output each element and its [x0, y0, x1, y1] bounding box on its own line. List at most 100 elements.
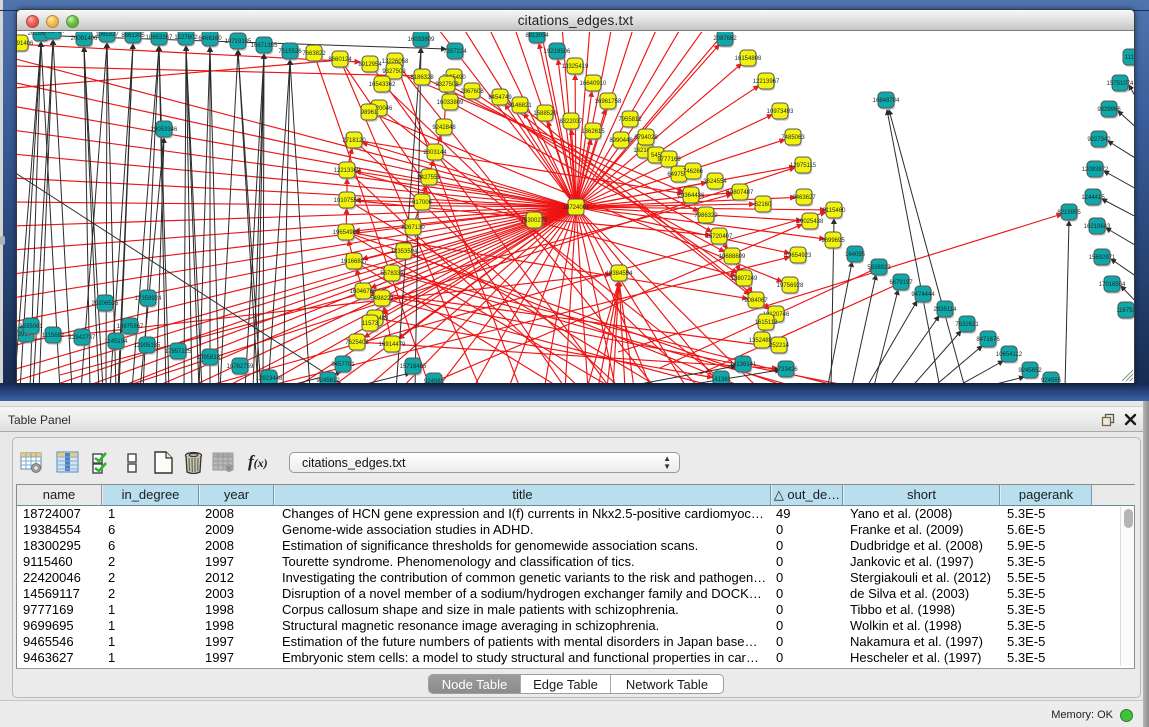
svg-text:924565: 924565: [1041, 378, 1062, 383]
svg-text:2718120: 2718120: [342, 138, 366, 144]
svg-text:5938923: 5938923: [867, 265, 891, 271]
svg-text:9457791: 9457791: [331, 362, 355, 368]
svg-text:1615112: 1615112: [755, 320, 779, 326]
svg-text:9115460: 9115460: [823, 208, 847, 214]
svg-text:16543362: 16543362: [369, 82, 396, 88]
svg-text:8660124: 8660124: [328, 57, 352, 63]
svg-text:9474444: 9474444: [911, 292, 935, 298]
svg-text:116753: 116753: [1116, 308, 1134, 314]
svg-text:2867608: 2867608: [460, 89, 484, 95]
svg-text:10719185: 10719185: [225, 39, 252, 45]
svg-text:12975115: 12975115: [790, 163, 817, 169]
svg-text:16210643: 16210643: [1084, 224, 1111, 230]
svg-text:10025438: 10025438: [797, 219, 824, 225]
svg-text:9463627: 9463627: [792, 195, 816, 201]
svg-text:15751074: 15751074: [1107, 81, 1134, 87]
svg-text:98961: 98961: [361, 110, 378, 116]
svg-text:1065327: 1065327: [95, 32, 119, 38]
svg-text:19975867: 19975867: [117, 324, 144, 330]
svg-text:10958187: 10958187: [197, 355, 224, 361]
svg-text:14136141: 14136141: [730, 362, 757, 368]
svg-text:19756928: 19756928: [777, 283, 804, 289]
svg-text:62160: 62160: [755, 202, 772, 208]
svg-text:9245612: 9245612: [316, 378, 340, 383]
svg-text:7632621: 7632621: [955, 322, 979, 328]
svg-text:1935061: 1935061: [19, 324, 43, 330]
svg-text:12093872: 12093872: [1082, 167, 1109, 173]
svg-text:1362615: 1362615: [581, 129, 605, 135]
svg-text:15720407: 15720407: [706, 234, 733, 240]
svg-text:15716485: 15716485: [400, 364, 427, 370]
svg-text:9242848: 9242848: [432, 125, 456, 131]
svg-text:12213967: 12213967: [753, 79, 780, 85]
svg-text:12353594: 12353594: [391, 249, 418, 255]
svg-text:15692971: 15692971: [1089, 255, 1116, 261]
svg-text:924561: 924561: [424, 379, 445, 383]
svg-text:19166827: 19166827: [341, 259, 368, 265]
svg-text:10973493: 10973493: [767, 109, 794, 115]
svg-text:6679197: 6679197: [889, 280, 913, 286]
svg-text:746266: 746266: [683, 169, 704, 175]
svg-text:2935114: 2935114: [934, 307, 958, 313]
svg-text:29053346: 29053346: [151, 127, 178, 133]
svg-text:12213369: 12213369: [334, 168, 361, 174]
svg-text:3624554: 3624554: [703, 179, 727, 185]
svg-text:13325419: 13325419: [562, 64, 589, 70]
svg-text:2803144: 2803144: [423, 150, 447, 156]
svg-text:7485063: 7485063: [781, 135, 805, 141]
svg-text:7663822: 7663822: [302, 51, 326, 57]
svg-text:9329966: 9329966: [1097, 107, 1121, 113]
svg-text:19654986: 19654986: [333, 230, 360, 236]
svg-text:7515526: 7515526: [278, 49, 302, 55]
svg-text:10807487: 10807487: [727, 190, 754, 196]
svg-text:917006: 917006: [412, 200, 433, 206]
svg-text:1244415: 1244415: [1081, 195, 1105, 201]
svg-text:19654923: 19654923: [785, 253, 812, 259]
svg-text:1117: 1117: [1125, 55, 1134, 61]
svg-text:9084067: 9084067: [744, 298, 768, 304]
svg-text:20206536: 20206536: [92, 301, 119, 307]
svg-text:2087682: 2087682: [713, 36, 737, 42]
svg-text:9777169: 9777169: [657, 157, 681, 163]
svg-text:10107553: 10107553: [334, 198, 361, 204]
svg-text:20091406: 20091406: [71, 36, 98, 42]
svg-text:10688609: 10688609: [719, 254, 746, 260]
svg-text:9327503: 9327503: [382, 69, 406, 75]
svg-text:7625402: 7625402: [345, 340, 369, 346]
svg-text:164095: 164095: [845, 252, 866, 258]
svg-text:17957225: 17957225: [165, 349, 192, 355]
svg-text:8813054: 8813054: [525, 33, 549, 39]
svg-text:252214: 252214: [769, 343, 790, 349]
svg-text:19384554: 19384554: [606, 271, 633, 277]
svg-text:9146821: 9146821: [508, 103, 532, 109]
svg-text:8861305: 8861305: [121, 33, 145, 39]
svg-text:141361: 141361: [711, 377, 732, 383]
svg-text:1588520: 1588520: [533, 111, 557, 117]
svg-text:12923448: 12923448: [256, 376, 283, 382]
svg-text:11573: 11573: [362, 321, 379, 327]
svg-text:2055724: 2055724: [41, 32, 65, 35]
svg-text:9227342: 9227342: [1087, 137, 1111, 143]
svg-text:8267130: 8267130: [401, 225, 425, 231]
svg-text:8990448: 8990448: [609, 138, 633, 144]
svg-text:9245652: 9245652: [1018, 368, 1042, 374]
svg-text:8215955: 8215955: [1057, 210, 1081, 216]
svg-text:15300273: 15300273: [521, 218, 548, 224]
svg-text:9899695: 9899695: [821, 238, 845, 244]
svg-text:8322037: 8322037: [559, 119, 583, 125]
svg-text:17016504: 17016504: [1099, 282, 1126, 288]
svg-text:8912954: 8912954: [358, 62, 382, 68]
svg-text:20364436: 20364436: [678, 193, 705, 199]
svg-text:9327508: 9327508: [435, 82, 459, 88]
svg-text:16914479: 16914479: [379, 342, 406, 348]
svg-text:1733426: 1733426: [774, 367, 798, 373]
svg-text:10654112: 10654112: [996, 352, 1023, 358]
svg-text:16033809: 16033809: [437, 100, 464, 106]
svg-text:20091406: 20091406: [17, 41, 34, 47]
svg-text:16782759: 16782759: [227, 364, 254, 370]
svg-text:17359924: 17359924: [135, 296, 162, 302]
svg-text:1115682: 1115682: [42, 333, 65, 339]
svg-text:10653267: 10653267: [146, 35, 173, 41]
svg-text:16671355: 16671355: [251, 43, 278, 49]
svg-text:8471676: 8471676: [976, 337, 1000, 343]
